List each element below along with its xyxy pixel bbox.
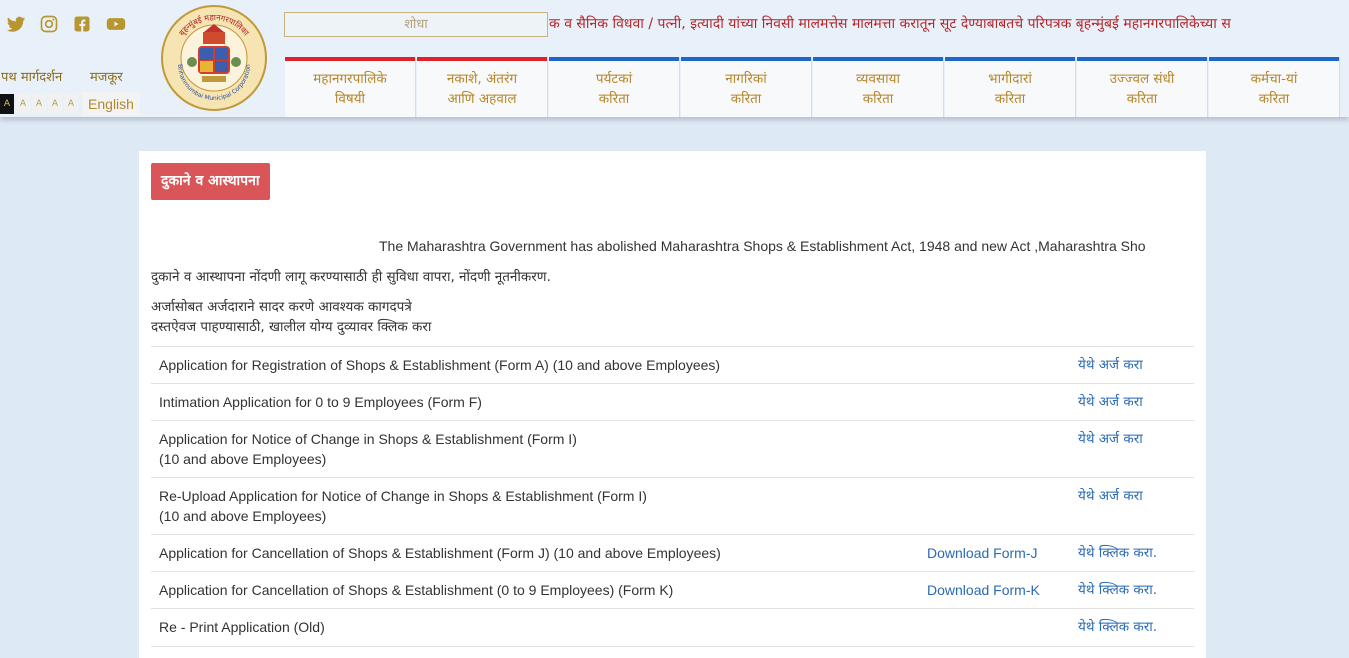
nav-item-line1: उज्ज्वल संधी xyxy=(1109,71,1175,87)
apply-link[interactable]: येथे अर्ज करा xyxy=(1078,392,1143,412)
nav-item-line1: कर्मचा-यां xyxy=(1250,71,1298,87)
nav-item-line2: करिता xyxy=(598,91,630,107)
font-size-option[interactable]: A xyxy=(32,94,46,114)
ticker-text: क व सैनिक विधवा / पत्नी, इत्यादी यांच्या… xyxy=(549,16,1231,32)
nav-item-line1: नकाशे, अंतरंग xyxy=(446,71,518,87)
table-row: Re - Print Application (Old) येथे क्लिक … xyxy=(151,608,1194,647)
table-row: Intimation Application for 0 to 9 Employ… xyxy=(151,383,1194,421)
table-row: Application for Notice of Change in Shop… xyxy=(151,420,1194,478)
documents-instruction: दस्तऐवज पाहण्यासाठी, खालील योग्य दुव्याव… xyxy=(151,319,432,335)
nav-accent-bar xyxy=(681,57,811,61)
row-description: Application for Cancellation of Shops & … xyxy=(159,545,721,561)
site-header: पथ मार्गदर्शन मजकूर A A A A A English बृ… xyxy=(0,0,1349,117)
main-nav: महानगरपालिके विषयी नकाशे, अंतरंग आणि अहव… xyxy=(285,57,1341,117)
font-size-controls: A A A A A xyxy=(0,94,80,114)
download-form-j-link[interactable]: Download Form-J xyxy=(927,543,1037,563)
nav-accent-bar xyxy=(549,57,679,61)
row-description: Application for Registration of Shops & … xyxy=(159,357,721,373)
click-here-link[interactable]: येथे क्लिक करा. xyxy=(1078,580,1157,600)
apply-link[interactable]: येथे अर्ज करा xyxy=(1078,355,1143,375)
apply-link[interactable]: येथे अर्ज करा xyxy=(1078,429,1143,449)
nav-accent-bar xyxy=(945,57,1075,61)
search-input[interactable]: शोधा xyxy=(284,12,548,37)
nav-item-line1: नागरिकां xyxy=(725,71,767,87)
nav-accent-bar xyxy=(285,57,415,61)
nav-item-line2: करिता xyxy=(862,91,894,107)
nav-about-corporation[interactable]: महानगरपालिके विषयी xyxy=(285,57,416,117)
nav-employees[interactable]: कर्मचा-यां करिता xyxy=(1209,57,1340,117)
nav-item-line1: भागीदारां xyxy=(988,71,1032,87)
nav-partners[interactable]: भागीदारां करिता xyxy=(945,57,1076,117)
row-description: Application for Cancellation of Shops & … xyxy=(159,582,674,598)
nav-item-line2: विषयी xyxy=(334,91,366,107)
facebook-icon[interactable] xyxy=(72,14,92,34)
nav-item-line1: व्यवसाया xyxy=(856,71,900,87)
nav-business[interactable]: व्यवसाया करिता xyxy=(813,57,944,117)
download-form-k-link[interactable]: Download Form-K xyxy=(927,580,1040,600)
font-size-option[interactable]: A xyxy=(48,94,62,114)
nav-item-line2: आणि अहवाल xyxy=(447,91,517,107)
row-description: Application for Notice of Change in Shop… xyxy=(159,431,577,447)
page-title: दुकाने व आस्थापना xyxy=(151,163,270,200)
main-content: दुकाने व आस्थापना The Maharashtra Govern… xyxy=(139,151,1206,658)
table-row: Application for Cancellation of Shops & … xyxy=(151,534,1194,572)
font-size-option[interactable]: A xyxy=(64,94,78,114)
click-here-link[interactable]: येथे क्लिक करा. xyxy=(1078,617,1157,637)
sitemap-link[interactable]: पथ मार्गदर्शन xyxy=(1,67,62,85)
apply-link[interactable]: येथे अर्ज करा xyxy=(1078,486,1143,506)
documents-heading: अर्जासोबत अर्जदाराने सादर करणे आवश्यक का… xyxy=(151,299,412,315)
font-size-option[interactable]: A xyxy=(16,94,30,114)
table-row: Application for Cancellation of Shops & … xyxy=(151,571,1194,609)
row-description: Re - Print Application (Old) xyxy=(159,619,325,635)
nav-item-line2: करिता xyxy=(994,91,1026,107)
utility-bar: पथ मार्गदर्शन मजकूर A A A A A English xyxy=(0,62,140,116)
nav-item-line2: करिता xyxy=(730,91,762,107)
nav-tourists[interactable]: पर्यटकां करिता xyxy=(549,57,680,117)
click-here-link[interactable]: येथे क्लिक करा. xyxy=(1078,543,1157,563)
nav-opportunities[interactable]: उज्ज्वल संधी करिता xyxy=(1077,57,1208,117)
nav-maps-reports[interactable]: नकाशे, अंतरंग आणि अहवाल xyxy=(417,57,548,117)
text-link[interactable]: मजकूर xyxy=(90,67,123,85)
instruction-text: दुकाने व आस्थापना नोंदणी लागू करण्यासाठी… xyxy=(151,269,551,285)
twitter-icon[interactable] xyxy=(6,14,26,34)
font-size-option[interactable]: A xyxy=(0,94,14,114)
language-toggle[interactable]: English xyxy=(82,92,140,116)
nav-accent-bar xyxy=(1077,57,1207,61)
bmc-logo[interactable]: बृहन्मुंबई महानगरपालिका Brihanmumbai Mun… xyxy=(160,4,268,112)
intro-text: The Maharashtra Government has abolished… xyxy=(379,238,1146,254)
row-description-sub: (10 and above Employees) xyxy=(159,508,327,524)
youtube-icon[interactable] xyxy=(106,14,126,34)
nav-item-line1: पर्यटकां xyxy=(595,71,633,87)
nav-item-line2: करिता xyxy=(1258,91,1290,107)
table-row: Application for Registration of Shops & … xyxy=(151,346,1194,384)
nav-accent-bar xyxy=(417,57,547,61)
nav-item-line2: करिता xyxy=(1126,91,1158,107)
nav-citizens[interactable]: नागरिकां करिता xyxy=(681,57,812,117)
intro-marquee: The Maharashtra Government has abolished… xyxy=(151,238,1193,254)
table-row: Re-Upload Application for Notice of Chan… xyxy=(151,477,1194,535)
row-description: Re-Upload Application for Notice of Chan… xyxy=(159,488,647,504)
nav-accent-bar xyxy=(1209,57,1339,61)
nav-item-line1: महानगरपालिके xyxy=(313,71,387,87)
row-description-sub: (10 and above Employees) xyxy=(159,451,327,467)
nav-accent-bar xyxy=(813,57,943,61)
news-ticker[interactable]: क व सैनिक विधवा / पत्नी, इत्यादी यांच्या… xyxy=(549,10,1349,38)
social-links xyxy=(0,0,140,48)
row-description: Intimation Application for 0 to 9 Employ… xyxy=(159,394,482,410)
instagram-icon[interactable] xyxy=(39,14,59,34)
